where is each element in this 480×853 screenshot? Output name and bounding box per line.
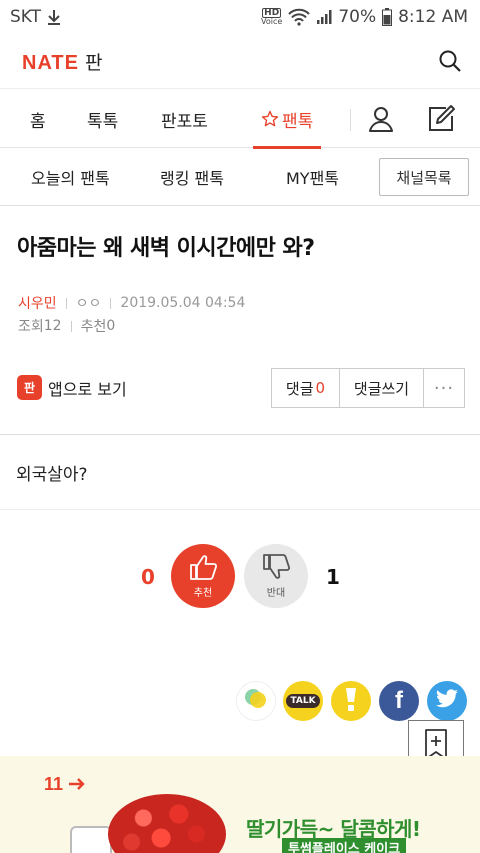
more-options-button[interactable]: ··· bbox=[424, 369, 464, 407]
logo-brand: NATE bbox=[22, 51, 79, 74]
open-in-app-button[interactable]: 판 앱으로 보기 bbox=[17, 375, 127, 400]
kakaotalk-share-button[interactable]: TALK bbox=[283, 681, 323, 721]
tab-home[interactable]: 홈 bbox=[30, 89, 46, 149]
battery-percent: 70% bbox=[338, 7, 377, 27]
ad-phone-image bbox=[70, 826, 112, 853]
downvote-button[interactable]: 반대 bbox=[244, 544, 308, 608]
post-body: 외국살아? bbox=[16, 465, 88, 485]
comments-count: 0 bbox=[315, 379, 326, 397]
post-stats: 조회 12 추천 0 bbox=[18, 316, 115, 336]
upvote-button[interactable]: 추천 bbox=[171, 544, 235, 608]
tab-toktok[interactable]: 톡톡 bbox=[87, 89, 118, 149]
nate-pan-logo[interactable]: NATE 판 bbox=[22, 48, 102, 75]
recommend-count: 0 bbox=[106, 318, 116, 334]
post-meta: 시우민 ㅇㅇ 2019.05.04 04:54 bbox=[18, 293, 245, 313]
ad-cake-image bbox=[108, 794, 226, 853]
star-icon bbox=[261, 110, 279, 128]
write-comment-button[interactable]: 댓글쓰기 bbox=[340, 369, 424, 407]
user-icon[interactable] bbox=[367, 105, 395, 133]
post-title: 아줌마는 왜 새벽 이시간에만 와? bbox=[17, 236, 315, 261]
sub-nav: 오늘의 팬톡 랭킹 팬톡 MY팬톡 채널목록 bbox=[0, 148, 480, 206]
thumbs-down-icon bbox=[261, 553, 291, 584]
channel-list-button[interactable]: 채널목록 bbox=[379, 158, 469, 196]
meta-divider bbox=[65, 297, 67, 309]
tab-fantok[interactable]: 팬톡 bbox=[252, 89, 322, 149]
post-author-extra: ㅇㅇ bbox=[75, 296, 102, 312]
ad-brand-logo: 11 bbox=[44, 774, 86, 795]
app-icon: 판 bbox=[17, 375, 42, 400]
ad-banner[interactable]: 11 딸기가득~ 달콤하게! 투썸플레이스 케이크 bbox=[0, 756, 480, 853]
upvote-count: 0 bbox=[141, 565, 155, 589]
kakaostory-share-button[interactable] bbox=[236, 681, 276, 721]
wifi-icon bbox=[288, 8, 311, 26]
status-bar: SKT HD Voice 70% 8:12 AM bbox=[0, 0, 480, 34]
logo-service: 판 bbox=[84, 51, 103, 74]
hd-voice-icon: HD Voice bbox=[261, 8, 283, 26]
downvote-count: 1 bbox=[326, 565, 340, 589]
kakaopage-share-button[interactable] bbox=[331, 681, 371, 721]
status-right: HD Voice 70% 8:12 AM bbox=[261, 7, 468, 27]
main-nav: 홈 톡톡 판포토 팬톡 bbox=[0, 88, 480, 149]
upvote-label: 추천 bbox=[193, 588, 213, 599]
meta-divider bbox=[110, 297, 112, 309]
twitter-share-button[interactable] bbox=[427, 681, 467, 721]
tab-panphoto[interactable]: 판포토 bbox=[161, 89, 208, 149]
open-in-app-label: 앱으로 보기 bbox=[48, 379, 127, 399]
post-datetime: 2019.05.04 04:54 bbox=[120, 295, 246, 311]
download-icon bbox=[47, 9, 61, 25]
app-header: NATE 판 bbox=[0, 34, 480, 88]
subnav-today-fantok[interactable]: 오늘의 팬톡 bbox=[31, 165, 110, 189]
clock: 8:12 AM bbox=[398, 7, 468, 27]
write-icon[interactable] bbox=[426, 104, 456, 134]
content-divider bbox=[0, 509, 480, 510]
views-label: 조회 bbox=[18, 319, 44, 335]
status-left: SKT bbox=[10, 7, 61, 27]
meta-divider bbox=[70, 320, 72, 332]
facebook-icon: f bbox=[395, 687, 403, 714]
search-icon[interactable] bbox=[438, 49, 462, 73]
signal-icon bbox=[316, 9, 332, 25]
comments-label: 댓글 bbox=[285, 379, 314, 398]
kakaostory-icon bbox=[243, 687, 269, 715]
content-divider bbox=[0, 434, 480, 435]
comments-button[interactable]: 댓글 0 bbox=[272, 369, 340, 407]
carrier-name: SKT bbox=[10, 7, 42, 27]
ad-subtitle: 투썸플레이스 케이크 bbox=[282, 838, 407, 853]
kakaotalk-icon: TALK bbox=[286, 694, 320, 708]
recommend-label: 추천 bbox=[80, 319, 107, 335]
downvote-label: 반대 bbox=[266, 588, 286, 599]
twitter-icon bbox=[435, 689, 459, 713]
comment-toolbar: 댓글 0 댓글쓰기 ··· bbox=[271, 368, 465, 408]
battery-icon bbox=[382, 8, 393, 26]
thumbs-up-icon bbox=[188, 553, 218, 584]
facebook-share-button[interactable]: f bbox=[379, 681, 419, 721]
views-count: 12 bbox=[43, 318, 62, 334]
kakaopage-icon bbox=[342, 686, 360, 716]
post-author[interactable]: 시우민 bbox=[18, 293, 57, 313]
nav-divider bbox=[350, 109, 351, 131]
subnav-ranking-fantok[interactable]: 랭킹 팬톡 bbox=[160, 165, 224, 189]
subnav-my-fantok[interactable]: MY팬톡 bbox=[286, 165, 339, 189]
